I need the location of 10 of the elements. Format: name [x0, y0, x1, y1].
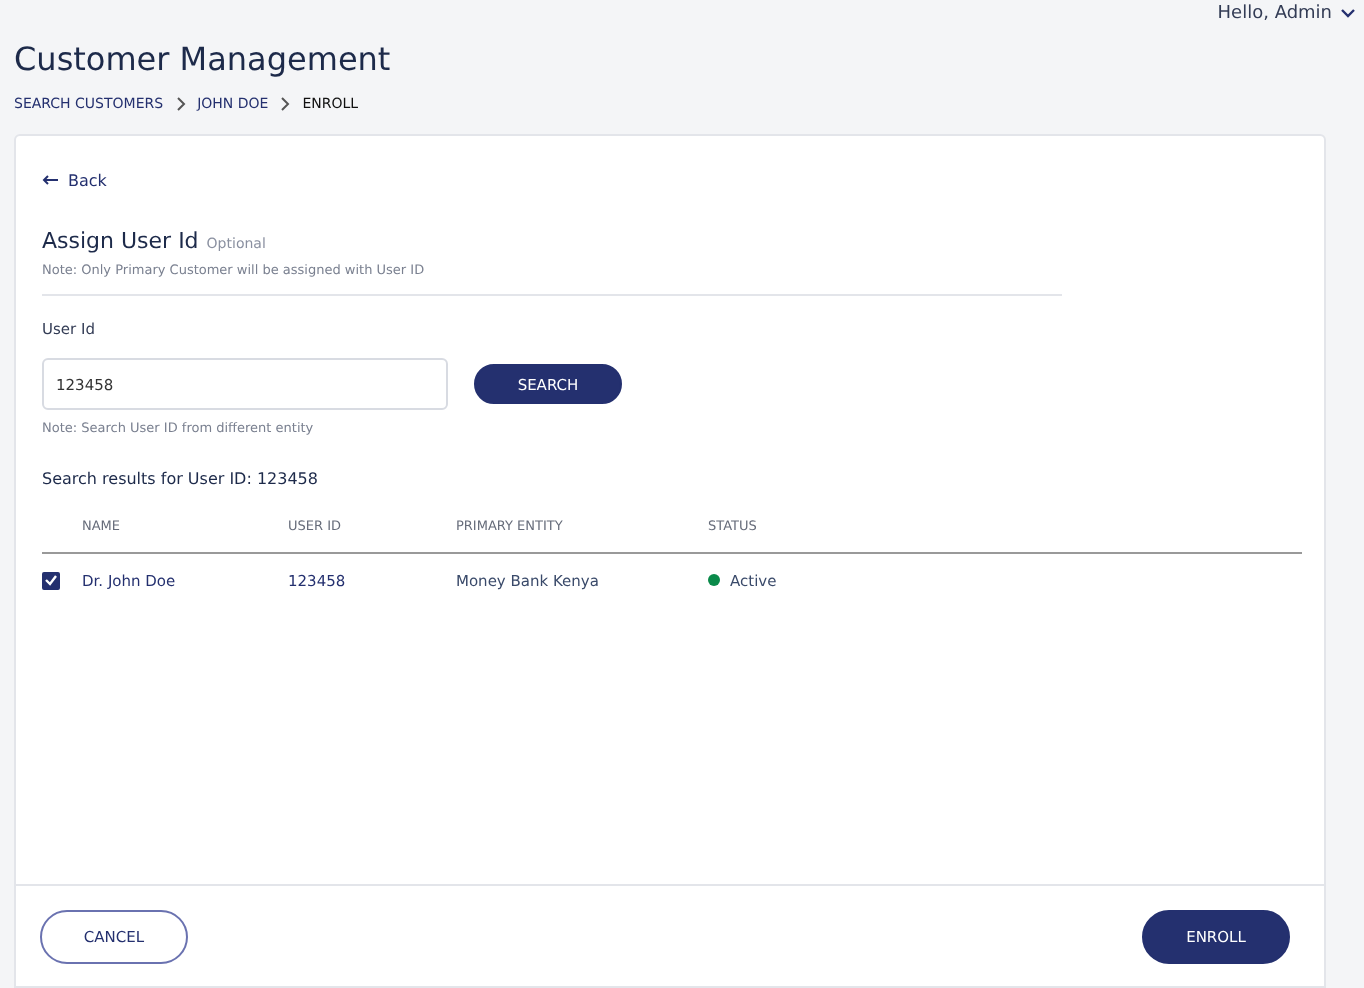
back-link[interactable]: Back [42, 171, 107, 189]
section-title: Assign User Id [42, 228, 199, 254]
chevron-right-icon [175, 96, 186, 112]
user-menu[interactable]: Hello, Admin [1217, 4, 1356, 24]
results-title: Search results for User ID: 123458 [42, 470, 320, 488]
chevron-down-icon [1340, 8, 1356, 20]
checkbox[interactable] [42, 571, 60, 589]
page-title: Customer Management [14, 40, 393, 78]
chevron-right-icon [280, 96, 291, 112]
arrow-left-icon [42, 174, 60, 186]
